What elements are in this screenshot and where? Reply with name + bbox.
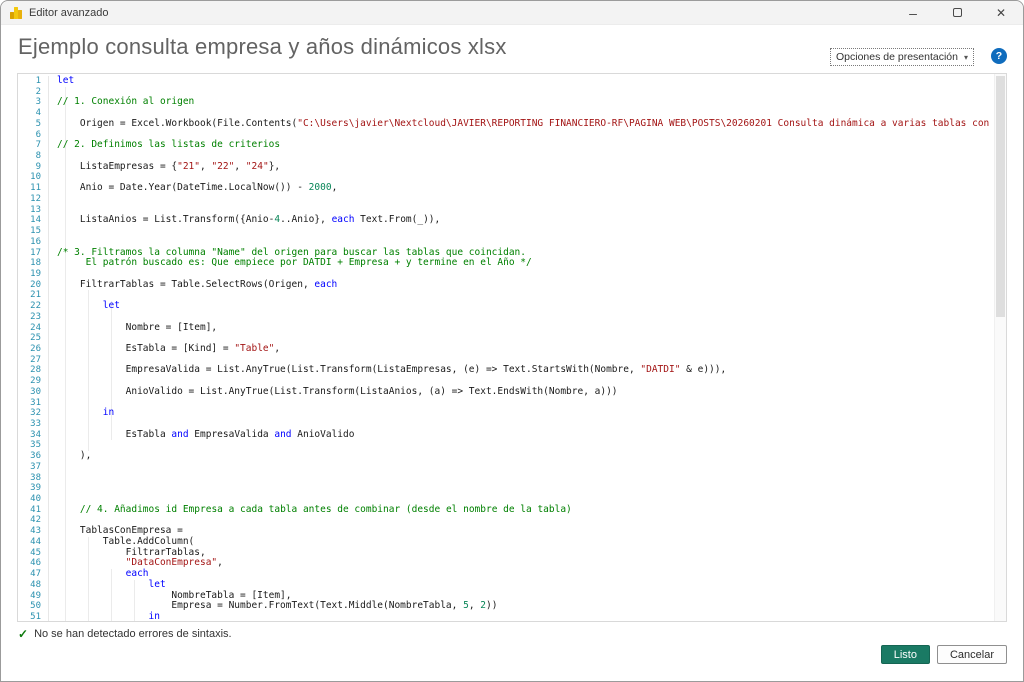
code-line: 12 [18,194,994,205]
code-line: 3// 1. Conexión al origen [18,97,994,108]
window-title: Editor avanzado [29,7,109,19]
check-icon: ✓ [18,627,28,641]
syntax-status: ✓ No se han detectado errores de sintaxi… [18,627,232,641]
code-line: 18 El patrón buscado es: Que empiece por… [18,258,994,269]
code-line: 22 let [18,301,994,312]
code-line: 7// 2. Definimos las listas de criterios [18,140,994,151]
dialog-footer: Listo Cancelar [1,641,1023,681]
code-line: 5 Origen = Excel.Workbook(File.Contents(… [18,119,994,130]
code-line: 51 in [18,612,994,621]
cancel-button[interactable]: Cancelar [937,645,1007,664]
code-line: 15 [18,226,994,237]
code-editor[interactable]: 1let23// 1. Conexión al origen45 Origen … [17,73,1007,622]
code-line: 14 ListaAnios = List.Transform({Anio-4..… [18,215,994,226]
page-title: Ejemplo consulta empresa y años dinámico… [18,34,507,60]
status-message: No se han detectado errores de sintaxis. [34,628,232,640]
code-line: 35 [18,440,994,451]
code-line: 31 [18,398,994,409]
chevron-down-icon: ▾ [964,53,968,62]
close-button[interactable]: ✕ [979,1,1023,24]
code-line: 46 "DataConEmpresa", [18,558,994,569]
code-line: 30 AnioValido = List.AnyTrue(List.Transf… [18,387,994,398]
code-line: 24 Nombre = [Item], [18,323,994,334]
code-line: 39 [18,483,994,494]
power-bi-icon [10,7,22,19]
code-line: 41 // 4. Añadimos id Empresa a cada tabl… [18,505,994,516]
display-options-label: Opciones de presentación [836,51,958,63]
code-line: 9 ListaEmpresas = {"21", "22", "24"}, [18,162,994,173]
help-icon[interactable]: ? [991,48,1007,64]
code-line: 21 [18,290,994,301]
code-line: 20 FiltrarTablas = Table.SelectRows(Orig… [18,280,994,291]
code-line: 38 [18,473,994,484]
code-line: 50 Empresa = Number.FromText(Text.Middle… [18,601,994,612]
code-line: 32 in [18,408,994,419]
code-line: 26 EsTabla = [Kind] = "Table", [18,344,994,355]
code-lines: 1let23// 1. Conexión al origen45 Origen … [18,76,994,621]
advanced-editor-window: { "window": { "title": "Editor avanzado"… [0,0,1024,682]
code-line: 36 ), [18,451,994,462]
code-line: 37 [18,462,994,473]
code-line: 11 Anio = Date.Year(DateTime.LocalNow())… [18,183,994,194]
vertical-scrollbar[interactable] [994,74,1006,621]
done-button[interactable]: Listo [881,645,930,664]
code-line: 28 EmpresaValida = List.AnyTrue(List.Tra… [18,365,994,376]
code-line: 1let [18,76,994,87]
maximize-button[interactable] [935,1,979,24]
minimize-button[interactable]: – [891,1,935,24]
title-bar: Editor avanzado – ✕ [1,1,1023,25]
scrollbar-thumb[interactable] [996,76,1005,317]
display-options-dropdown[interactable]: Opciones de presentación ▾ [830,48,974,66]
code-line: 34 EsTabla and EmpresaValida and AnioVal… [18,430,994,441]
